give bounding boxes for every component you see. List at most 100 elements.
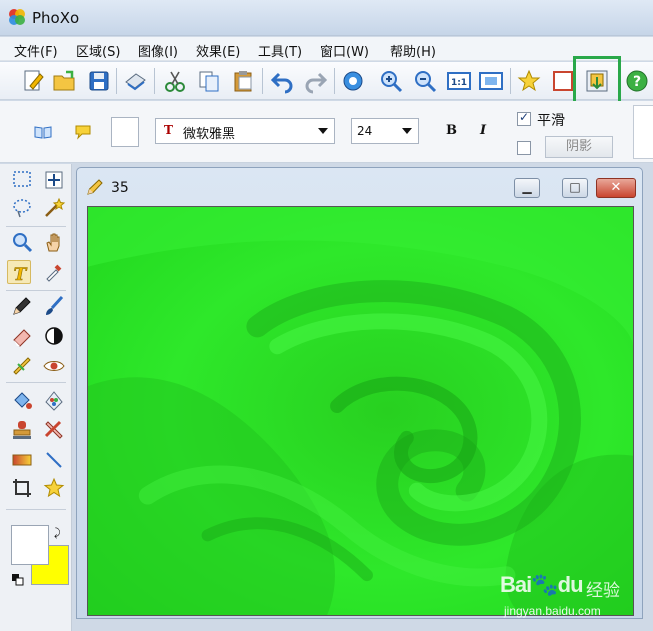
pencil-icon [87,179,103,195]
speech-bubble-icon[interactable] [74,124,92,140]
cut-button[interactable] [162,68,188,94]
foreground-color-swatch[interactable] [11,525,49,565]
document-title: 35 [111,180,129,196]
palette-separator [6,382,66,383]
gradient-icon [12,454,32,466]
italic-button[interactable]: I [480,123,486,138]
hand-tool[interactable] [42,230,66,254]
svg-text:1:1: 1:1 [451,78,467,88]
zoom-tool[interactable] [10,230,34,254]
palette-separator [6,290,66,291]
eraser-tool[interactable] [10,324,34,348]
reset-colors-icon[interactable] [12,574,24,586]
options-side-panel [633,105,653,159]
magic-wand-tool[interactable] [42,196,66,220]
fill-tool[interactable] [10,388,34,412]
eye-icon [43,361,65,371]
line-tool[interactable] [42,448,66,472]
paw-icon: 🐾 [531,572,558,597]
heal-tool[interactable] [42,418,66,442]
shape-tool[interactable] [42,476,66,500]
text-options-bar: T 微软雅黑 24 B I ✓ 平滑 阴影 [0,101,653,163]
baidu-jingyan-watermark: Bai🐾du 经验 jingyan.baidu.com [500,572,640,622]
actual-size-button[interactable]: 1:1 [446,68,472,94]
help-button[interactable]: ? [624,68,650,94]
menu-file[interactable]: 文件(F) [14,41,58,60]
copy-button[interactable] [196,68,222,94]
menu-window[interactable]: 窗口(W) [320,41,369,60]
gradient-tool[interactable] [10,448,34,472]
lasso-tool[interactable] [10,196,34,220]
watermark-url: jingyan.baidu.com [504,604,601,618]
hand-icon [46,233,60,252]
minimize-button[interactable]: ▁ [514,178,540,198]
main-toolbar: 1:1 ? [0,62,653,100]
smooth-checkbox[interactable]: ✓ [517,110,531,126]
crop-tool[interactable] [10,476,34,500]
paste-clipboard-icon [234,71,252,92]
fit-window-button[interactable] [478,68,504,94]
pencil-icon [13,297,31,315]
menu-image[interactable]: 图像(I) [138,41,178,60]
contrast-icon [45,327,63,345]
open-button[interactable] [52,68,78,94]
svg-text:?: ? [633,74,641,90]
watermark-brand-du: du [557,572,584,597]
lasso-icon [13,199,31,218]
rect-select-icon [13,171,31,187]
paint-bucket-icon [14,392,32,409]
checkmark-icon: ✓ [519,110,530,124]
crop-icon [13,479,31,497]
image-canvas[interactable] [87,206,634,616]
copy-icon [199,71,219,92]
shadow-checkbox[interactable] [517,141,531,155]
rotate-button[interactable] [340,68,366,94]
maximize-button[interactable]: □ [562,178,588,198]
eyedropper-icon [46,264,62,282]
help-question-icon: ? [626,70,648,92]
menu-tools[interactable]: 工具(T) [258,41,302,60]
brush-tool[interactable] [42,294,66,318]
undo-button[interactable] [270,68,296,94]
redo-arrow-icon [305,72,328,94]
shadow-button[interactable]: 阴影 [545,136,613,158]
toolbar-separator [262,68,263,94]
scissors-icon [165,71,185,92]
redo-button[interactable] [302,68,328,94]
pencil-tool[interactable] [10,294,34,318]
green-fabric-image [88,207,633,615]
close-icon: ✕ [610,180,622,195]
menu-effects[interactable]: 效果(E) [196,41,240,60]
red-eye-tool[interactable] [42,354,66,378]
font-size-value: 24 [357,124,373,138]
save-button[interactable] [86,68,112,94]
text-tool[interactable]: T [7,260,31,285]
swap-colors-icon[interactable]: ⤸ [54,526,61,540]
rect-select-tool[interactable] [10,168,34,192]
close-button[interactable]: ✕ [596,178,636,198]
toolbar-separator [334,68,335,94]
new-button[interactable] [20,68,46,94]
font-family-select[interactable]: T 微软雅黑 [155,118,335,144]
contrast-tool[interactable] [42,324,66,348]
zoom-in-button[interactable] [378,68,404,94]
book-icon[interactable] [34,125,52,139]
menu-help[interactable]: 帮助(H) [390,41,436,60]
stamp-tool[interactable] [10,418,34,442]
new-document-icon [24,70,44,91]
paste-button[interactable] [230,68,256,94]
bold-button[interactable]: B [446,123,457,138]
zoom-out-button[interactable] [412,68,438,94]
svg-text:T: T [14,265,28,285]
actual-size-icon: 1:1 [447,72,471,90]
move-tool[interactable] [42,168,66,192]
text-color-swatch[interactable] [111,117,139,147]
effects-tool[interactable] [42,388,66,412]
clone-tool[interactable] [10,354,34,378]
font-size-select[interactable]: 24 [351,118,419,144]
menu-region[interactable]: 区域(S) [76,41,120,60]
rotate-gear-icon [343,71,363,91]
print-button[interactable] [122,68,148,94]
color-picker-tool[interactable] [42,260,66,284]
favorite-button[interactable] [516,68,542,94]
